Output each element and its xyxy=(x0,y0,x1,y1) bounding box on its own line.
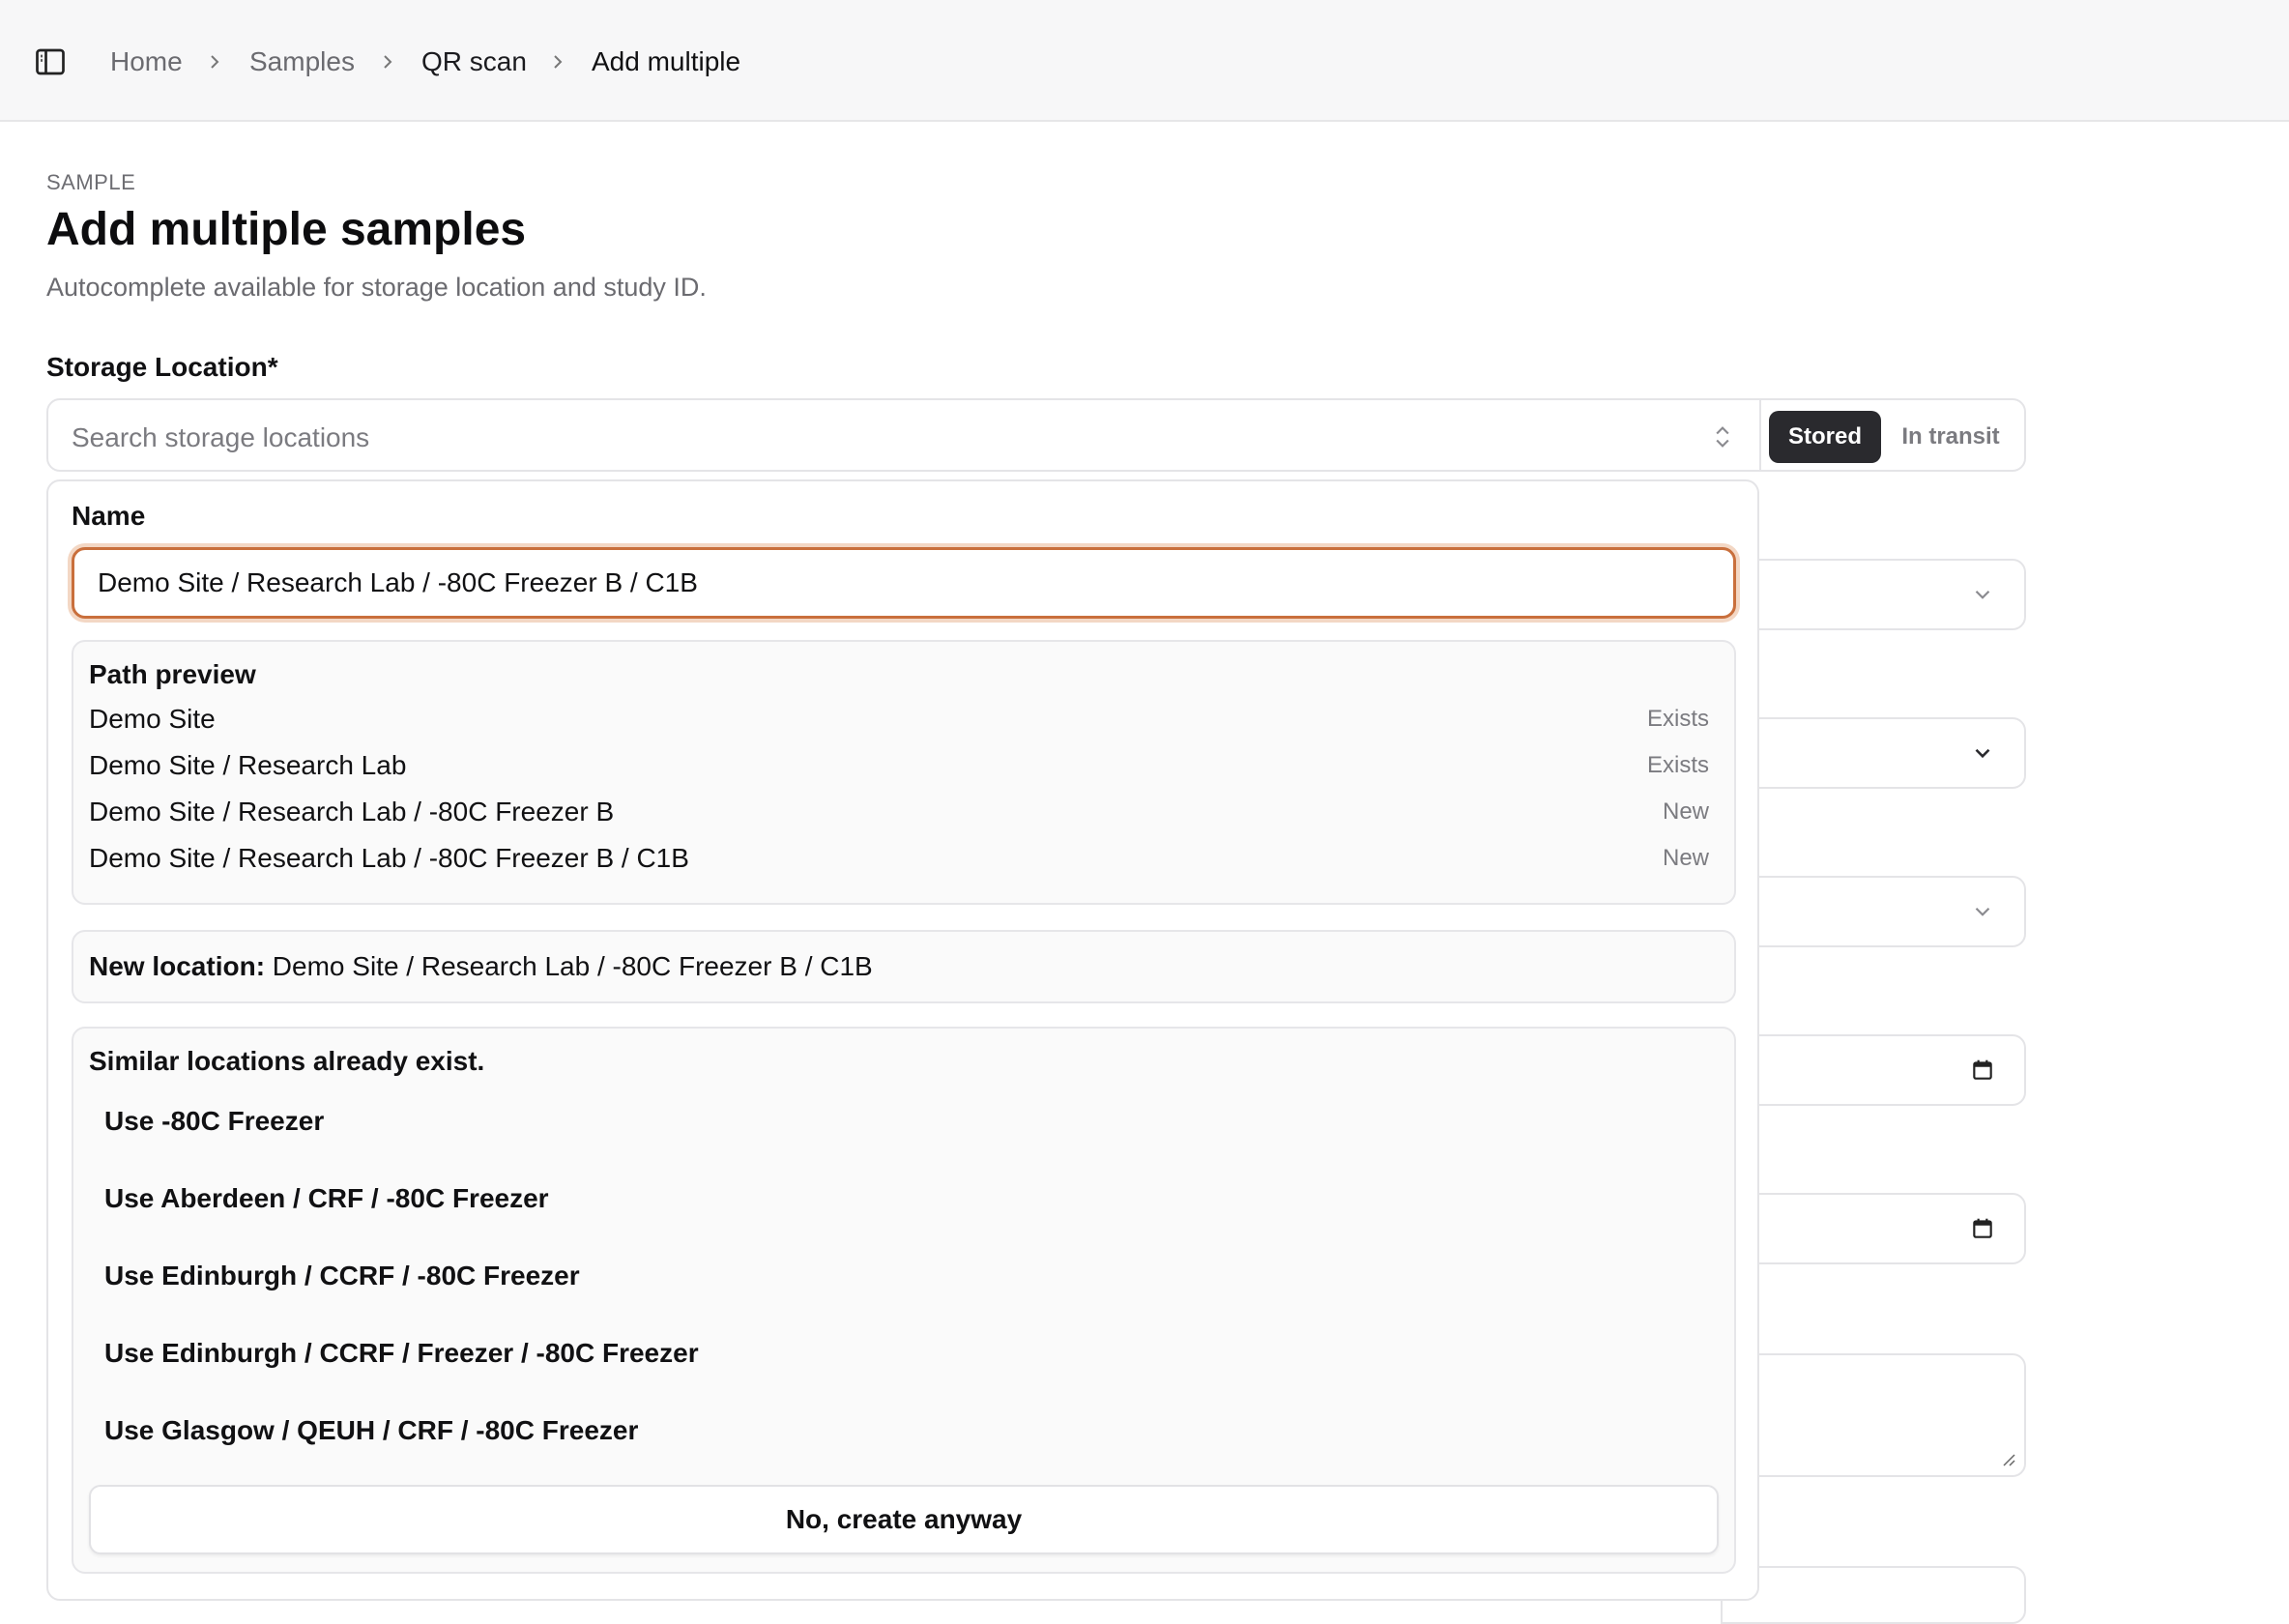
path-preview-row: Demo Site / Research Lab Exists xyxy=(89,746,1709,785)
chevron-down-icon xyxy=(1975,907,1990,916)
chevron-down-icon xyxy=(1975,748,1990,759)
path-preview-path: Demo Site xyxy=(89,704,216,734)
background-field[interactable] xyxy=(1721,1566,2026,1624)
path-preview: Path preview Demo Site Exists Demo Site … xyxy=(72,640,1736,905)
path-preview-path: Demo Site / Research Lab / -80C Freezer … xyxy=(89,797,615,826)
path-preview-row: Demo Site / Research Lab / -80C Freezer … xyxy=(89,839,1709,878)
use-existing-location-option[interactable]: Use Edinburgh / CCRF / Freezer / -80C Fr… xyxy=(89,1324,1719,1382)
breadcrumb-qr-scan[interactable]: QR scan xyxy=(421,43,527,81)
name-label: Name xyxy=(72,501,146,531)
use-existing-location-option[interactable]: Use Aberdeen / CRF / -80C Freezer xyxy=(89,1170,1719,1228)
resize-handle-icon[interactable] xyxy=(1999,1450,2016,1467)
page-title: Add multiple samples xyxy=(46,204,527,255)
calendar-icon[interactable] xyxy=(1970,1058,1995,1083)
storage-location-search-input[interactable] xyxy=(70,418,1678,458)
path-preview-path: Demo Site / Research Lab / -80C Freezer … xyxy=(89,843,689,873)
breadcrumb-add-multiple: Add multiple xyxy=(592,46,741,76)
storage-status-toggle: Stored In transit xyxy=(1759,398,2026,472)
similar-locations-title: Similar locations already exist. xyxy=(89,1046,485,1076)
path-status-badge: New xyxy=(1662,845,1709,871)
calendar-icon[interactable] xyxy=(1970,1216,1995,1241)
chevron-right-icon xyxy=(554,55,563,69)
path-preview-row: Demo Site / Research Lab / -80C Freezer … xyxy=(89,793,1709,831)
background-select-field[interactable] xyxy=(1721,876,2026,947)
new-location-value: Demo Site / Research Lab / -80C Freezer … xyxy=(272,951,873,981)
background-date-field[interactable] xyxy=(1721,1193,2026,1264)
breadcrumb-samples[interactable]: Samples xyxy=(249,43,355,81)
location-name-input[interactable] xyxy=(72,547,1736,619)
status-stored-button[interactable]: Stored xyxy=(1769,411,1881,463)
page-eyebrow: SAMPLE xyxy=(46,170,136,194)
background-date-field[interactable] xyxy=(1721,1034,2026,1106)
background-textarea-field[interactable] xyxy=(1721,1353,2026,1477)
background-select-field[interactable] xyxy=(1721,559,2026,630)
chevron-down-icon xyxy=(1975,590,1990,599)
storage-location-label: Storage Location* xyxy=(46,352,278,382)
chevron-right-icon xyxy=(211,55,219,69)
path-preview-path: Demo Site / Research Lab xyxy=(89,750,407,780)
use-existing-location-option[interactable]: Use Glasgow / QEUH / CRF / -80C Freezer xyxy=(89,1402,1719,1460)
path-preview-row: Demo Site Exists xyxy=(89,700,1709,739)
sidebar-toggle-icon[interactable] xyxy=(33,44,68,79)
new-location-label: New location: xyxy=(89,951,266,981)
similar-locations-box: Similar locations already exist. Use -80… xyxy=(72,1027,1736,1574)
background-select-field[interactable] xyxy=(1721,717,2026,789)
chevron-up-down-icon[interactable] xyxy=(1709,423,1736,450)
use-existing-location-option[interactable]: Use -80C Freezer xyxy=(89,1092,1719,1150)
breadcrumb-home[interactable]: Home xyxy=(110,43,183,81)
storage-location-combobox[interactable] xyxy=(46,398,1761,472)
top-bar: Home Samples QR scan Add multiple xyxy=(0,0,2289,122)
path-status-badge: New xyxy=(1662,798,1709,825)
path-status-badge: Exists xyxy=(1646,706,1709,732)
chevron-right-icon xyxy=(384,55,392,69)
create-anyway-button[interactable]: No, create anyway xyxy=(89,1485,1719,1554)
path-status-badge: Exists xyxy=(1646,752,1709,778)
use-existing-location-option[interactable]: Use Edinburgh / CCRF / -80C Freezer xyxy=(89,1247,1719,1305)
path-preview-title: Path preview xyxy=(89,659,256,689)
page-subtitle: Autocomplete available for storage locat… xyxy=(46,273,707,302)
create-location-popover: Name Path preview Demo Site Exists Demo … xyxy=(46,479,1759,1601)
status-in-transit-button[interactable]: In transit xyxy=(1885,411,2016,463)
new-location-summary: New location: Demo Site / Research Lab /… xyxy=(72,930,1736,1003)
